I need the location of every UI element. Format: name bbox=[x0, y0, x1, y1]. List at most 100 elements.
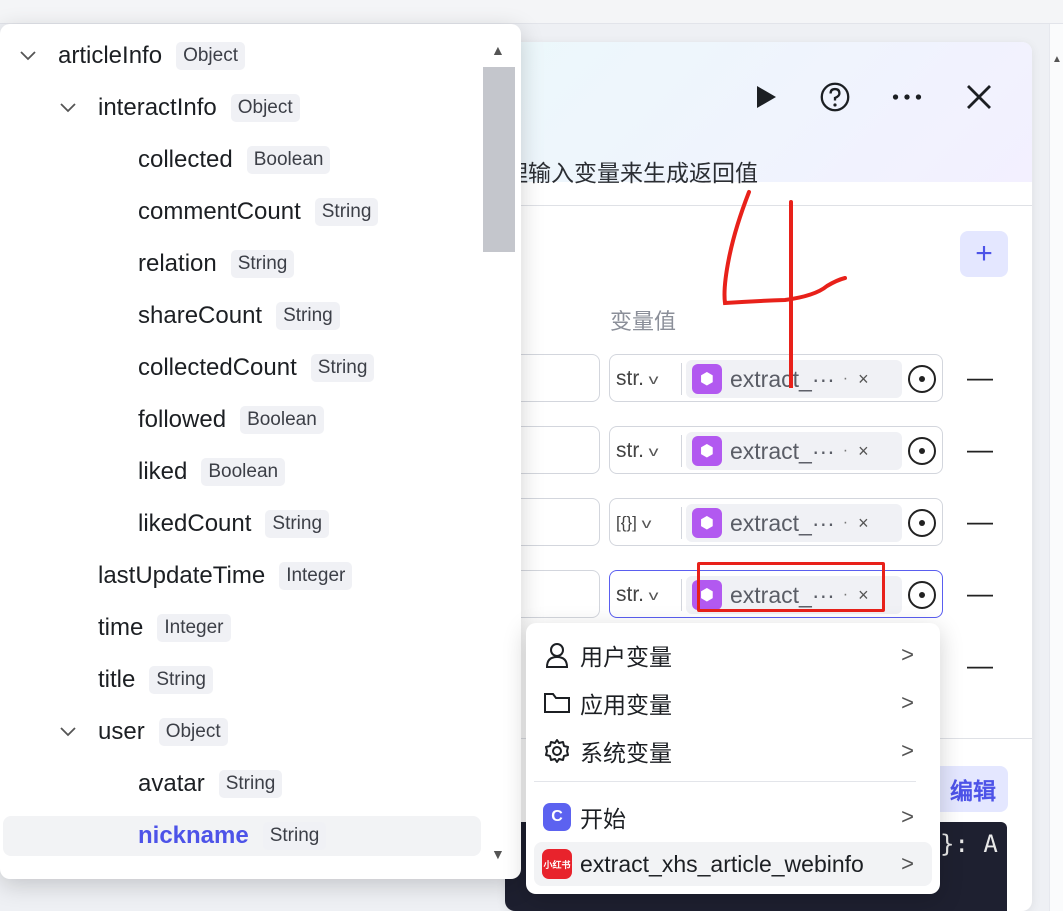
type-badge: String bbox=[310, 354, 375, 382]
annotation-number-four bbox=[722, 190, 847, 388]
type-badge: String bbox=[262, 822, 327, 850]
remove-reference-icon[interactable]: × bbox=[858, 369, 869, 390]
tree-item[interactable]: relation String bbox=[98, 244, 295, 284]
run-icon[interactable] bbox=[751, 82, 781, 112]
variable-row: str. v ⬢ extract_··· · × — bbox=[505, 426, 1032, 474]
tree-item[interactable]: articleInfo Object bbox=[18, 36, 245, 76]
scroll-up-arrow-icon[interactable]: ▲ bbox=[491, 42, 505, 58]
chevron-right-icon: > bbox=[901, 851, 914, 876]
tree-item[interactable]: user Object bbox=[58, 712, 228, 752]
type-badge: Object bbox=[158, 718, 228, 746]
tree-item-label: avatar bbox=[138, 770, 205, 797]
remove-row-button[interactable]: — bbox=[967, 578, 993, 609]
reference-label: extract_··· bbox=[730, 509, 835, 536]
page-scrollbar[interactable]: ▲ bbox=[1049, 24, 1063, 911]
tree-item[interactable]: likedCount String bbox=[98, 504, 330, 544]
variable-value-field[interactable]: str. v ⬢ extract_··· · × bbox=[609, 426, 943, 474]
tree-item-label: nickname bbox=[138, 822, 249, 849]
column-label-value: 变量值 bbox=[610, 309, 677, 334]
chevron-down-icon: v bbox=[648, 587, 659, 603]
type-label: [{}] bbox=[616, 513, 637, 532]
type-selector[interactable]: str. v bbox=[616, 579, 682, 611]
separator-dot: · bbox=[842, 514, 849, 531]
output-schema-tree: articleInfo Object interactInfo Object colle… bbox=[0, 24, 521, 879]
chevron-down-icon: v bbox=[648, 443, 659, 459]
add-variable-button[interactable]: + bbox=[960, 231, 1008, 277]
variable-picker-icon[interactable] bbox=[908, 509, 936, 537]
variable-row: [{}] v ⬢ extract_··· · × — bbox=[505, 498, 1032, 546]
type-selector[interactable]: str. v bbox=[616, 435, 682, 467]
menu-item-system-variables[interactable]: 系统变量 > bbox=[534, 729, 932, 773]
scrollbar-thumb[interactable] bbox=[483, 67, 515, 252]
help-icon[interactable] bbox=[820, 82, 850, 112]
folder-icon bbox=[540, 688, 574, 718]
user-icon bbox=[540, 640, 574, 670]
scroll-down-arrow-icon[interactable]: ▼ bbox=[491, 846, 505, 862]
menu-item-label: extract_xhs_article_webinfo bbox=[580, 850, 864, 877]
tree-item[interactable]: interactInfo Object bbox=[58, 88, 300, 128]
type-selector[interactable]: [{}] v bbox=[616, 507, 682, 539]
tree-item[interactable]: shareCount String bbox=[98, 296, 340, 336]
type-badge: String bbox=[314, 198, 379, 226]
type-badge: Integer bbox=[279, 562, 353, 590]
menu-item-label: 开始 bbox=[580, 806, 626, 832]
tree-item[interactable]: collected Boolean bbox=[98, 140, 331, 180]
tree-item-label: collected bbox=[138, 146, 233, 173]
tree-scrollbar[interactable]: ▲ ▼ bbox=[482, 24, 516, 879]
type-selector[interactable]: str. v bbox=[616, 363, 682, 395]
tree-item[interactable]: time Integer bbox=[58, 608, 231, 648]
type-label: str. bbox=[616, 367, 645, 390]
close-icon[interactable] bbox=[964, 82, 994, 112]
tree-item-label: followed bbox=[138, 406, 227, 433]
tree-item[interactable]: commentCount String bbox=[98, 192, 379, 232]
type-badge: Boolean bbox=[246, 146, 331, 174]
code-text: }: A bbox=[940, 830, 998, 858]
variable-picker-icon[interactable] bbox=[908, 437, 936, 465]
tree-item[interactable]: collectedCount String bbox=[98, 348, 375, 388]
type-badge: Boolean bbox=[240, 406, 324, 434]
more-icon[interactable] bbox=[892, 82, 922, 112]
remove-reference-icon[interactable]: × bbox=[858, 513, 869, 534]
remove-row-button[interactable]: — bbox=[967, 434, 993, 465]
menu-item-start-node[interactable]: C 开始 > bbox=[534, 795, 932, 839]
reference-tag[interactable]: ⬢ extract_··· · × bbox=[686, 504, 902, 542]
tree-item-label: likedCount bbox=[138, 510, 252, 537]
tree-item[interactable]: nickname String bbox=[3, 816, 481, 856]
tree-item-label: user bbox=[98, 718, 145, 745]
plugin-icon: ⬢ bbox=[692, 436, 722, 466]
tree-item-label: time bbox=[98, 614, 144, 641]
menu-item-extract-xhs-node[interactable]: 小红书 extract_xhs_article_webinfo > bbox=[534, 842, 932, 886]
menu-item-user-variables[interactable]: 用户变量 > bbox=[534, 633, 932, 677]
remove-row-button[interactable]: — bbox=[967, 362, 993, 393]
chevron-right-icon: > bbox=[901, 642, 914, 667]
chevron-right-icon: > bbox=[901, 804, 914, 829]
remove-row-button[interactable]: — bbox=[967, 506, 993, 537]
type-badge: String bbox=[230, 250, 295, 278]
menu-item-label: 应用变量 bbox=[580, 692, 672, 718]
chevron-down-icon[interactable] bbox=[18, 51, 38, 61]
chevron-down-icon[interactable] bbox=[58, 103, 78, 113]
type-badge: Object bbox=[230, 94, 300, 122]
start-node-icon: C bbox=[540, 802, 574, 832]
remove-reference-icon[interactable]: × bbox=[858, 441, 869, 462]
tree-item-label: shareCount bbox=[138, 302, 263, 329]
tree-item[interactable]: avatar String bbox=[98, 764, 283, 804]
tree-item[interactable]: liked Boolean bbox=[98, 452, 286, 492]
tree-item[interactable]: title String bbox=[58, 660, 213, 700]
reference-tag[interactable]: ⬢ extract_··· · × bbox=[686, 432, 902, 470]
variable-picker-icon[interactable] bbox=[908, 365, 936, 393]
tree-item[interactable]: lastUpdateTime Integer bbox=[58, 556, 353, 596]
type-badge: String bbox=[265, 510, 330, 538]
variable-value-field[interactable]: [{}] v ⬢ extract_··· · × bbox=[609, 498, 943, 546]
type-badge: String bbox=[276, 302, 340, 330]
variable-picker-icon[interactable] bbox=[908, 581, 936, 609]
chevron-down-icon[interactable] bbox=[58, 727, 78, 737]
menu-item-app-variables[interactable]: 应用变量 > bbox=[534, 681, 932, 725]
menu-item-label: 系统变量 bbox=[580, 740, 672, 766]
remove-row-button[interactable]: — bbox=[967, 650, 993, 681]
tree-item-label: articleInfo bbox=[58, 42, 163, 69]
tree-item[interactable]: followed Boolean bbox=[98, 400, 324, 440]
scroll-up-arrow-icon[interactable]: ▲ bbox=[1052, 54, 1062, 65]
annotation-highlight-box bbox=[697, 562, 885, 612]
tree-item-label: collectedCount bbox=[138, 354, 297, 381]
